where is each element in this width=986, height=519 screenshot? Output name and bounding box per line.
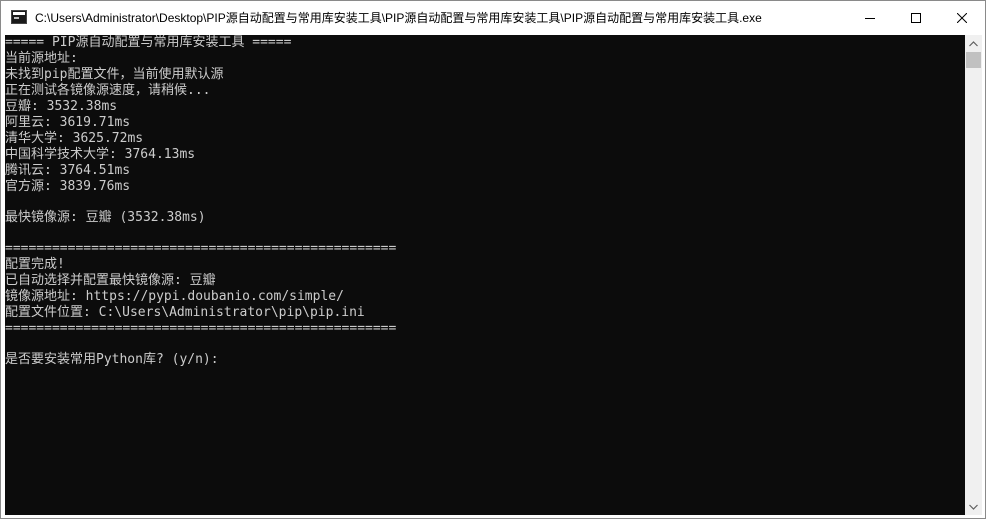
scroll-thumb[interactable] — [966, 52, 981, 68]
console-output[interactable]: ===== PIP源自动配置与常用库安装工具 ===== 当前源地址: 未找到p… — [5, 35, 965, 515]
console-line-separator: ========================================… — [5, 241, 397, 256]
console-line-done: 配置完成! — [5, 257, 65, 272]
minimize-icon — [865, 17, 875, 19]
console-line-aliyun: 阿里云: 3619.71ms — [5, 115, 131, 130]
scroll-down-button[interactable] — [965, 498, 982, 515]
console-line-tsinghua: 清华大学: 3625.72ms — [5, 131, 144, 146]
maximize-icon — [911, 12, 921, 23]
scroll-up-button[interactable] — [965, 35, 982, 52]
vertical-scrollbar[interactable] — [965, 35, 982, 515]
close-button[interactable] — [939, 1, 985, 34]
console-line-separator: ========================================… — [5, 321, 397, 336]
maximize-button[interactable] — [893, 1, 939, 34]
console-line-ustc: 中国科学技术大学: 3764.13ms — [5, 147, 196, 162]
title-bar[interactable]: C:\Users\Administrator\Desktop\PIP源自动配置与… — [1, 1, 985, 34]
console-lines: ===== PIP源自动配置与常用库安装工具 ===== 当前源地址: 未找到p… — [5, 35, 396, 368]
console-line-blank — [5, 226, 396, 241]
console-line-blank — [5, 195, 396, 210]
console-line-config-path: 配置文件位置: C:\Users\Administrator\pip\pip.i… — [5, 305, 365, 320]
console-line-official: 官方源: 3839.76ms — [5, 179, 131, 194]
console-line-install-prompt[interactable]: 是否要安装常用Python库? (y/n): — [5, 352, 396, 368]
console-line-auto-selected: 已自动选择并配置最快镜像源: 豆瓣 — [5, 273, 216, 288]
console-line-mirror-url: 镜像源地址: https://pypi.doubanio.com/simple/ — [5, 289, 344, 304]
console-line-douban: 豆瓣: 3532.38ms — [5, 99, 118, 114]
window-title: C:\Users\Administrator\Desktop\PIP源自动配置与… — [35, 11, 762, 25]
scroll-up-arrow-icon — [969, 40, 978, 46]
console-line-current-source: 当前源地址: — [5, 51, 78, 66]
console-line-blank — [5, 337, 396, 352]
console-line-tencent: 腾讯云: 3764.51ms — [5, 163, 131, 178]
console-line-testing: 正在测试各镜像源速度，请稍候... — [5, 83, 211, 98]
console-line-fastest: 最快镜像源: 豆瓣 (3532.38ms) — [5, 210, 206, 225]
scroll-down-arrow-icon — [969, 504, 978, 510]
console-app-icon[interactable] — [11, 10, 27, 24]
console-line-header: ===== PIP源自动配置与常用库安装工具 ===== — [5, 35, 292, 50]
minimize-button[interactable] — [847, 1, 893, 34]
console-window: C:\Users\Administrator\Desktop\PIP源自动配置与… — [0, 0, 986, 519]
console-line-no-config: 未找到pip配置文件，当前使用默认源 — [5, 67, 224, 82]
close-icon — [957, 12, 967, 23]
window-bottom-edge — [1, 515, 985, 518]
